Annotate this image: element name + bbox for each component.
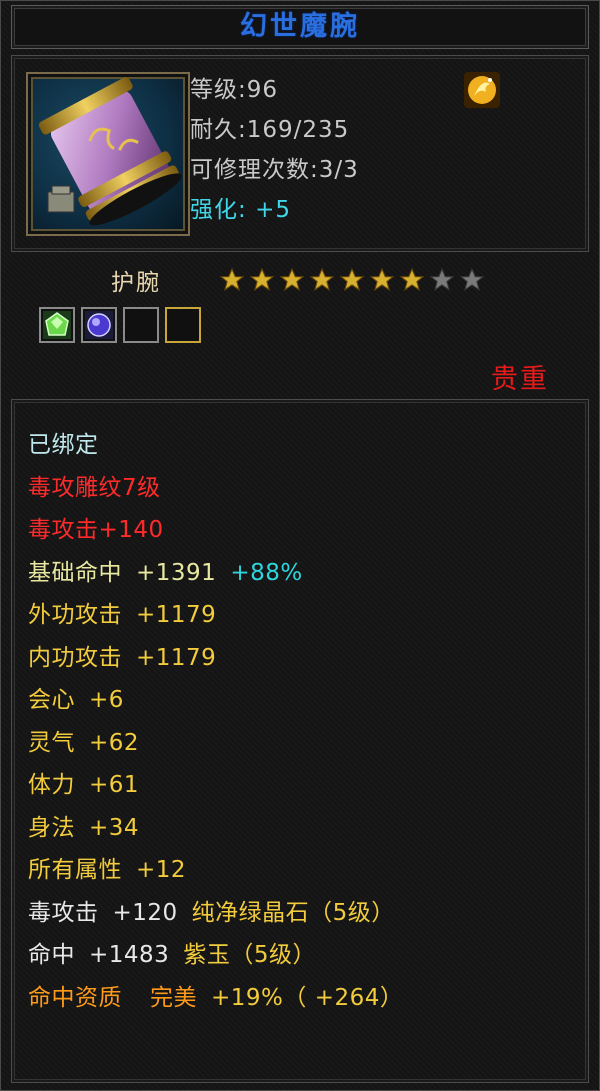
star-filled-icon xyxy=(249,267,275,292)
gem2-name: 紫玉（5级） xyxy=(183,942,316,968)
bound-status: 已绑定 xyxy=(28,432,99,458)
gem1-label: 毒攻击 xyxy=(28,899,99,926)
repair-count-text: 可修理次数:3/3 xyxy=(190,157,359,183)
item-tooltip: 幻世魔腕 等级:96 耐久:169/235 可修理次数:3/3 强化: +5 护… xyxy=(0,0,600,1091)
quality-bonus: （ +264） xyxy=(283,984,404,1011)
item-type: 护腕 xyxy=(111,270,161,296)
enhance-value: +5 xyxy=(255,197,291,223)
spirit-value: +62 xyxy=(89,729,140,756)
gem-socket-2[interactable] xyxy=(81,307,117,343)
poison-attack-line: 毒攻击+140 xyxy=(28,517,164,543)
bracer-icon xyxy=(38,77,182,226)
attributes-panel: 已绑定 毒攻雕纹7级 毒攻击+140 基础命中 +1391 +88% 外功攻击 +11… xyxy=(11,399,589,1083)
star-filled-icon xyxy=(279,267,305,292)
stamina-value: +61 xyxy=(89,772,140,798)
item-name: 幻世魔腕 xyxy=(240,11,360,42)
gem1-value: +120 xyxy=(112,899,178,926)
crit-value: +6 xyxy=(89,687,124,713)
crit-line: 会心 +6 xyxy=(28,679,403,722)
attribute-list: 已绑定 毒攻雕纹7级 毒攻击+140 基础命中 +1391 +88% 外功攻击 +11… xyxy=(28,424,403,1019)
star-empty-icon xyxy=(429,267,455,292)
quality-grade: 完美 xyxy=(150,984,197,1011)
gem1-line: 毒攻击 +120 纯净绿晶石（5级） xyxy=(28,892,403,935)
ext-atk-label: 外功攻击 xyxy=(28,602,122,628)
star-filled-icon xyxy=(309,267,335,292)
agility-line: 身法 +34 xyxy=(28,807,403,850)
rarity-label: 贵重 xyxy=(491,364,549,395)
agility-value: +34 xyxy=(89,814,140,841)
gem-sockets xyxy=(39,307,201,343)
int-atk-value: +1179 xyxy=(136,644,217,671)
all-attr-label: 所有属性 xyxy=(28,857,122,883)
purple-gem-icon xyxy=(85,311,113,339)
int-atk-label: 内功攻击 xyxy=(28,644,122,671)
external-attack-line: 外功攻击 +1179 xyxy=(28,594,403,637)
star-filled-icon xyxy=(219,267,245,292)
level-text: 等级:96 xyxy=(190,77,279,103)
quality-pct: +19% xyxy=(211,984,284,1011)
spirit-line: 灵气 +62 xyxy=(28,722,403,765)
all-attributes-line: 所有属性 +12 xyxy=(28,849,403,892)
item-type-panel: 护腕 贵重 xyxy=(11,253,587,395)
item-icon xyxy=(26,72,190,236)
item-stats: 等级:96 耐久:169/235 可修理次数:3/3 强化: +5 xyxy=(190,70,359,230)
enhance-label: 强化: xyxy=(190,197,247,223)
star-empty-icon xyxy=(459,267,485,292)
all-attr-value: +12 xyxy=(136,857,187,883)
item-header-panel: 等级:96 耐久:169/235 可修理次数:3/3 强化: +5 xyxy=(11,55,589,252)
gem2-label: 命中 xyxy=(28,942,75,968)
gold-coin-icon xyxy=(462,70,502,110)
star-filled-icon xyxy=(339,267,365,292)
crit-label: 会心 xyxy=(28,687,75,713)
gem2-line: 命中 +1483 紫玉（5级） xyxy=(28,934,403,977)
base-hit-line: 基础命中 +1391 +88% xyxy=(28,552,403,595)
enhance-row: 强化: +5 xyxy=(190,190,359,230)
quality-line: 命中资质 完美 +19%（ +264） xyxy=(28,977,403,1020)
ext-atk-value: +1179 xyxy=(136,602,217,628)
spirit-label: 灵气 xyxy=(28,729,75,756)
gem1-name: 纯净绿晶石（5级） xyxy=(191,899,395,926)
base-hit-label: 基础命中 xyxy=(28,559,122,586)
base-hit-pct: +88% xyxy=(230,559,303,586)
engrave-line: 毒攻雕纹7级 xyxy=(28,474,161,501)
title-bar: 幻世魔腕 xyxy=(11,5,589,49)
stamina-line: 体力 +61 xyxy=(28,764,403,807)
stamina-label: 体力 xyxy=(28,772,75,798)
internal-attack-line: 内功攻击 +1179 xyxy=(28,637,403,680)
gem2-value: +1483 xyxy=(89,942,170,968)
agility-label: 身法 xyxy=(28,814,75,841)
quality-label: 命中资质 xyxy=(28,984,122,1011)
star-filled-icon xyxy=(399,267,425,292)
gem-socket-3[interactable] xyxy=(123,307,159,343)
base-hit-value: +1391 xyxy=(136,559,217,586)
gem-socket-4[interactable] xyxy=(165,307,201,343)
durability-text: 耐久:169/235 xyxy=(190,117,350,143)
star-filled-icon xyxy=(369,267,395,292)
star-rating xyxy=(219,267,485,293)
gem-socket-1[interactable] xyxy=(39,307,75,343)
green-gem-icon xyxy=(43,311,71,339)
